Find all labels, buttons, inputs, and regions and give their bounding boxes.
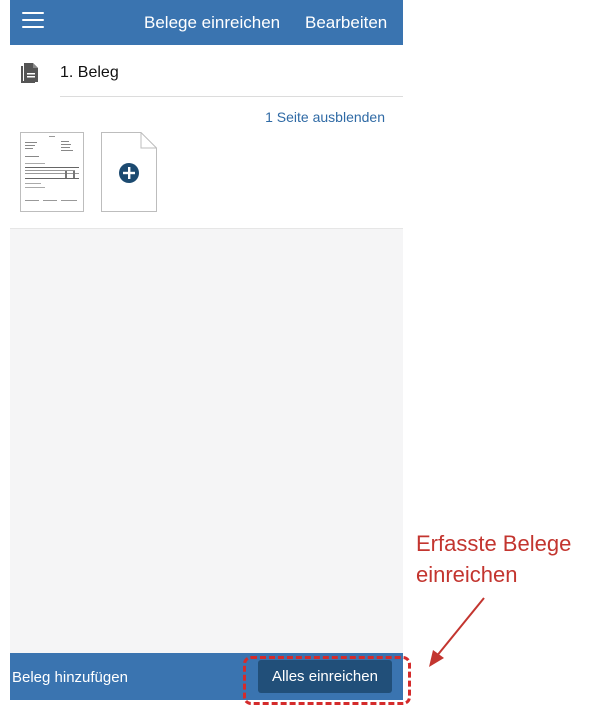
annotation-arrow-icon: [429, 597, 485, 667]
plus-circle-icon: [101, 132, 157, 212]
annotation-line-1: Erfasste Belege: [416, 531, 572, 556]
hamburger-menu-icon[interactable]: [22, 12, 44, 32]
add-beleg-button[interactable]: Beleg hinzufügen: [12, 669, 128, 686]
top-navigation-bar: Belege einreichen Bearbeiten: [10, 0, 403, 45]
hide-pages-link[interactable]: 1 Seite ausblenden: [265, 109, 385, 125]
receipt-thumbnail-image: [25, 136, 79, 201]
divider: [60, 96, 403, 97]
page-thumbnail[interactable]: [20, 132, 84, 212]
app-screen: Belege einreichen Bearbeiten 1. Beleg 1 …: [10, 0, 403, 700]
annotation-callout: Erfasste Belege einreichen: [416, 528, 571, 590]
edit-button[interactable]: Bearbeiten: [305, 13, 387, 33]
beleg-title: 1. Beleg: [60, 64, 119, 81]
empty-content-area: [10, 229, 403, 653]
highlight-annotation-box: [243, 656, 411, 705]
document-icon: [21, 63, 38, 83]
page-title: Belege einreichen: [144, 13, 281, 32]
add-page-button[interactable]: [101, 132, 157, 212]
annotation-line-2: einreichen: [416, 562, 518, 587]
beleg-header: 1. Beleg: [10, 45, 403, 97]
